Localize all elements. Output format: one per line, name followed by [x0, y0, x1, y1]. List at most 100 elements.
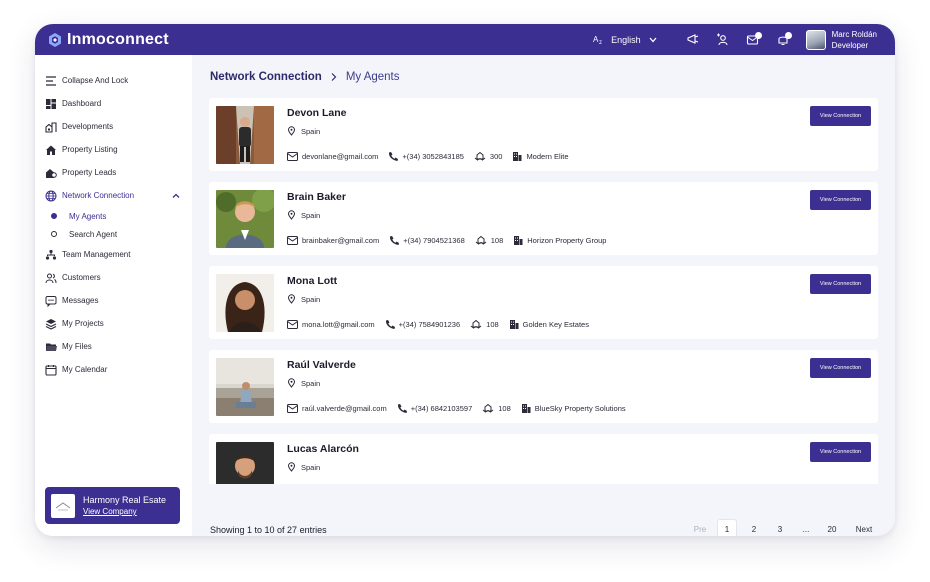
language-selector[interactable]: Az English: [593, 34, 662, 45]
agent-location-text: Spain: [301, 378, 321, 388]
developments-icon: [45, 121, 57, 133]
sidebar-item-collapse[interactable]: Collapse And Lock: [35, 69, 192, 92]
main-content: Network Connection My Agents Devon Lane …: [192, 55, 895, 536]
sidebar-item-customers[interactable]: Customers: [35, 266, 192, 289]
pagination-page[interactable]: 3: [771, 519, 789, 536]
calendar-icon: [45, 364, 57, 376]
user-role: Developer: [831, 40, 869, 50]
agent-phone[interactable]: +(34) 7584901236: [399, 320, 461, 329]
agent-photo: [216, 190, 274, 248]
alerts-badge: [784, 31, 792, 39]
add-user-button[interactable]: [715, 32, 731, 48]
brand-logo[interactable]: Inmoconnect: [47, 31, 169, 49]
view-connection-button[interactable]: View Connection: [810, 358, 871, 378]
sidebar-subitem-label: Search Agent: [69, 229, 118, 239]
mail-icon: [287, 235, 298, 245]
agent-photo: [216, 442, 274, 484]
phone-icon: [390, 236, 400, 245]
sidebar-item-label: Developments: [62, 122, 114, 131]
agent-photo: [216, 106, 274, 164]
agent-location: Spain: [287, 210, 320, 220]
brand-name: Inmoconnect: [67, 30, 169, 48]
folder-icon: [46, 343, 57, 351]
agent-phone[interactable]: +(34) 3052843185: [402, 152, 464, 161]
agent-phone[interactable]: +(34) 6842103597: [411, 404, 473, 413]
breadcrumb-root[interactable]: Network Connection: [210, 71, 322, 83]
megaphone-icon: [687, 34, 698, 44]
sidebar-item-property-listing[interactable]: Property Listing: [35, 138, 192, 161]
handshake-house-icon: [475, 235, 487, 245]
agent-location-text: Spain: [301, 210, 321, 220]
handshake-house-icon: [474, 151, 486, 161]
add-user-icon: [716, 33, 728, 46]
sidebar-item-label: Collapse And Lock: [62, 76, 129, 85]
pagination-next[interactable]: Next: [855, 519, 873, 536]
notifications-button[interactable]: [685, 32, 701, 48]
sidebar-item-my-calendar[interactable]: My Calendar: [35, 358, 192, 381]
sidebar-item-my-files[interactable]: My Files: [35, 335, 192, 358]
agent-name[interactable]: Lucas Alarcón: [287, 443, 359, 455]
phone-icon: [389, 152, 399, 161]
sidebar-item-network-connection[interactable]: Network Connection: [35, 184, 192, 207]
pagination-page[interactable]: 1: [717, 519, 737, 536]
entries-summary: Showing 1 to 10 of 27 entries: [210, 525, 327, 535]
pagination-page[interactable]: 20: [823, 519, 841, 536]
view-company-link[interactable]: View Company: [83, 507, 166, 516]
agent-count: 108: [498, 403, 511, 413]
mail-button[interactable]: [745, 31, 762, 48]
building-icon: [521, 404, 531, 413]
alerts-button[interactable]: [775, 31, 792, 48]
location-pin-icon: [287, 126, 296, 136]
agent-count: 108: [490, 235, 504, 245]
view-connection-button[interactable]: View Connection: [810, 190, 871, 210]
view-connection-button[interactable]: View Connection: [810, 106, 871, 126]
agent-count: 108: [486, 319, 499, 329]
top-bar: Inmoconnect Az English Marc Roldán Devel…: [35, 24, 895, 55]
view-connection-button[interactable]: View Connection: [810, 442, 871, 462]
agent-name[interactable]: Brain Baker: [287, 191, 346, 203]
agent-email[interactable]: devonlane@gmail.com: [302, 152, 378, 161]
sidebar-subitem-my-agents[interactable]: My Agents: [35, 207, 192, 225]
house-icon: [46, 145, 56, 155]
pagination-prev[interactable]: Pre: [691, 519, 709, 536]
agent-name[interactable]: Mona Lott: [287, 275, 337, 287]
location-pin-icon: [287, 378, 296, 388]
sidebar-item-label: My Projects: [62, 319, 104, 328]
pagination-ellipsis: ...: [802, 524, 810, 534]
pagination-page[interactable]: 2: [745, 519, 763, 536]
view-connection-button[interactable]: View Connection: [810, 274, 871, 294]
sidebar-item-dashboard[interactable]: Dashboard: [35, 92, 192, 115]
agent-email[interactable]: raúl.valverde@gmail.com: [302, 404, 387, 413]
user-menu[interactable]: Marc Roldán Developer: [805, 29, 877, 51]
sidebar-item-developments[interactable]: Developments: [35, 115, 192, 138]
sidebar-subitem-search-agent[interactable]: Search Agent: [35, 225, 192, 243]
sidebar-item-messages[interactable]: Messages: [35, 289, 192, 312]
agent-location-text: Spain: [301, 126, 321, 136]
mail-icon: [287, 151, 298, 161]
sidebar-item-label: Property Leads: [62, 168, 117, 177]
agent-name[interactable]: Raúl Valverde: [287, 359, 356, 371]
agent-meta: brainbaker@gmail.com +(34) 7904521368 10…: [287, 235, 616, 245]
agent-email[interactable]: brainbaker@gmail.com: [302, 236, 379, 245]
sidebar: Collapse And Lock Dashboard Developments…: [35, 55, 192, 536]
company-logo: [51, 493, 75, 518]
bullet-outline-icon: [51, 231, 57, 237]
sidebar-item-label: Customers: [62, 273, 101, 282]
translate-icon: Az: [593, 35, 602, 45]
agent-phone[interactable]: +(34) 7904521368: [403, 236, 465, 245]
agent-photo: [216, 358, 274, 416]
mail-icon: [287, 403, 298, 413]
agent-email[interactable]: mona.lott@gmail.com: [302, 320, 375, 329]
agent-name[interactable]: Devon Lane: [287, 107, 347, 119]
sidebar-item-property-leads[interactable]: Property Leads: [35, 161, 192, 184]
sidebar-item-team-management[interactable]: Team Management: [35, 243, 192, 266]
breadcrumb: Network Connection My Agents: [210, 71, 400, 83]
agent-company: BlueSky Property Solutions: [534, 403, 626, 413]
property-leads-icon: [46, 168, 57, 178]
sidebar-item-my-projects[interactable]: My Projects: [35, 312, 192, 335]
agent-location: Spain: [287, 378, 320, 388]
mail-icon: [287, 319, 298, 329]
company-card[interactable]: Harmony Real Esate View Company: [45, 487, 180, 524]
agent-photo: [216, 274, 274, 332]
dashboard-icon: [46, 98, 56, 109]
